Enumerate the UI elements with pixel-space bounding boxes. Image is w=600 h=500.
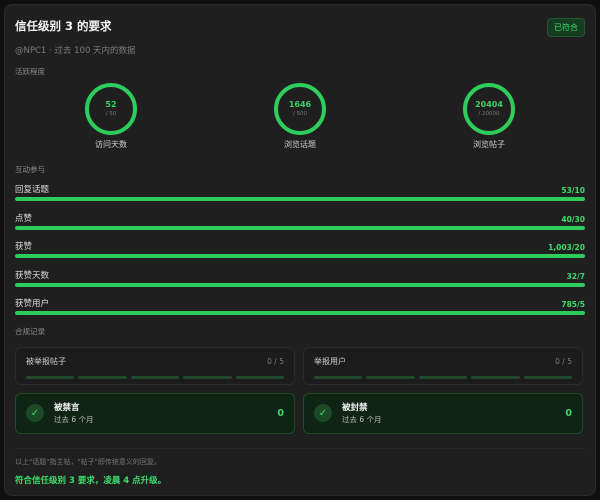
progress-fill bbox=[15, 225, 585, 230]
progress-track bbox=[15, 311, 585, 315]
progress-label: 获赞用户 bbox=[15, 299, 50, 309]
status-period: 过去 6 个月 bbox=[54, 414, 94, 424]
ring-topics-viewed: 1646 / 500 浏览话题 bbox=[270, 83, 330, 150]
segment bbox=[314, 375, 363, 379]
progress-fill bbox=[15, 254, 585, 258]
progress-track bbox=[15, 197, 585, 201]
progress-track bbox=[15, 254, 585, 258]
progress-value: 53/10 bbox=[561, 186, 585, 195]
suspended-status: ✓ 被封禁 过去 6 个月 0 bbox=[303, 392, 583, 434]
progress-ring: 20404 / 20000 bbox=[463, 83, 515, 135]
segment bbox=[523, 375, 573, 379]
progress-value: 785/5 bbox=[561, 300, 585, 309]
status-value: 0 bbox=[565, 407, 572, 419]
ring-caption: 访问天数 bbox=[95, 140, 127, 149]
progress-label: 获赞 bbox=[15, 242, 33, 252]
progress-row-replies: 回复话题 53/10 bbox=[15, 181, 585, 210]
progress-row-likes-received: 获赞 1,003/20 bbox=[15, 238, 585, 267]
engagement-section-label: 互动参与 bbox=[15, 165, 45, 174]
segment bbox=[418, 375, 468, 379]
progress-track bbox=[15, 225, 585, 230]
progress-label: 点赞 bbox=[15, 213, 33, 224]
activity-rings: 52 / 50 访问天数 1646 / 500 浏览话题 20404 / 200… bbox=[15, 83, 585, 150]
trust-level-card: 信任级别 3 的要求 已符合 @NPC1 · 过去 100 天内的数据 活跃程度… bbox=[4, 4, 596, 496]
progress-row-like-days: 获赞天数 32/7 bbox=[15, 267, 585, 296]
progress-value: 1,003/20 bbox=[548, 243, 585, 252]
progress-value: 40/30 bbox=[561, 214, 585, 224]
silenced-status: ✓ 被禁言 过去 6 个月 0 bbox=[15, 392, 295, 434]
ring-value: 1646 bbox=[288, 100, 312, 109]
page-title: 信任级别 3 的要求 bbox=[15, 19, 112, 33]
segment bbox=[183, 375, 232, 379]
subtitle: @NPC1 · 过去 100 天内的数据 bbox=[15, 46, 136, 56]
progress-value: 32/7 bbox=[566, 271, 585, 281]
progress-fill bbox=[15, 311, 585, 315]
progress-row-like-users: 获赞用户 785/5 bbox=[15, 295, 585, 324]
segment bbox=[235, 375, 285, 379]
status-period: 过去 6 个月 bbox=[342, 414, 382, 424]
progress-track bbox=[15, 282, 585, 287]
ring-caption: 浏览话题 bbox=[284, 140, 316, 149]
engagement-bars: 回复话题 53/10 点赞 40/30 获赞 1,003/20 获赞天数 32/… bbox=[15, 181, 585, 324]
progress-row-likes-given: 点赞 40/30 bbox=[15, 210, 585, 239]
ring-max: / 20000 bbox=[478, 111, 500, 117]
segment-bar bbox=[314, 375, 573, 379]
counter-value: 0 / 5 bbox=[267, 356, 284, 366]
reported-users-box: 举报用户 0 / 5 bbox=[303, 346, 583, 385]
card-header: 信任级别 3 的要求 已符合 bbox=[15, 15, 585, 37]
status-badge: 已符合 bbox=[547, 18, 585, 37]
result-message: 符合信任级别 3 要求，凌晨 4 点升级。 bbox=[15, 475, 167, 486]
progress-fill bbox=[15, 282, 585, 287]
progress-label: 回复话题 bbox=[15, 185, 50, 195]
check-icon: ✓ bbox=[26, 404, 44, 422]
segment bbox=[78, 375, 127, 379]
status-label: 被禁言 bbox=[54, 402, 80, 413]
compliance-section-label: 合规记录 bbox=[15, 326, 45, 336]
progress-ring: 52 / 50 bbox=[85, 83, 137, 135]
ring-caption: 浏览帖子 bbox=[473, 140, 505, 149]
ring-value: 52 bbox=[105, 100, 117, 109]
status-label: 被封禁 bbox=[342, 402, 368, 413]
activity-section-label: 活跃程度 bbox=[15, 67, 45, 76]
progress-ring: 1646 / 500 bbox=[274, 83, 326, 135]
ring-max: / 50 bbox=[105, 111, 117, 117]
segment bbox=[366, 375, 415, 379]
segment bbox=[471, 375, 520, 379]
ring-visit-days: 52 / 50 访问天数 bbox=[81, 83, 141, 150]
divider bbox=[15, 447, 585, 449]
reported-posts-box: 被举报帖子 0 / 5 bbox=[15, 346, 295, 385]
progress-label: 获赞天数 bbox=[15, 270, 50, 281]
compliance-statuses: ✓ 被禁言 过去 6 个月 0 ✓ 被封禁 过去 6 个月 0 bbox=[15, 392, 585, 434]
segment bbox=[26, 375, 75, 379]
segment bbox=[130, 375, 180, 379]
ring-value: 20404 bbox=[475, 100, 503, 109]
compliance-counters: 被举报帖子 0 / 5 举报用户 0 / 5 bbox=[15, 346, 585, 385]
counter-label: 举报用户 bbox=[314, 356, 346, 366]
ring-posts-viewed: 20404 / 20000 浏览帖子 bbox=[459, 83, 519, 150]
counter-value: 0 / 5 bbox=[555, 356, 572, 366]
footnote: 以上"话题"指主帖，"帖子"即传统意义的回复。 bbox=[15, 457, 161, 466]
counter-label: 被举报帖子 bbox=[26, 356, 66, 366]
ring-max: / 500 bbox=[292, 111, 308, 117]
segment-bar bbox=[26, 375, 285, 379]
status-value: 0 bbox=[277, 407, 284, 419]
check-icon: ✓ bbox=[314, 404, 332, 422]
progress-fill bbox=[15, 197, 585, 201]
